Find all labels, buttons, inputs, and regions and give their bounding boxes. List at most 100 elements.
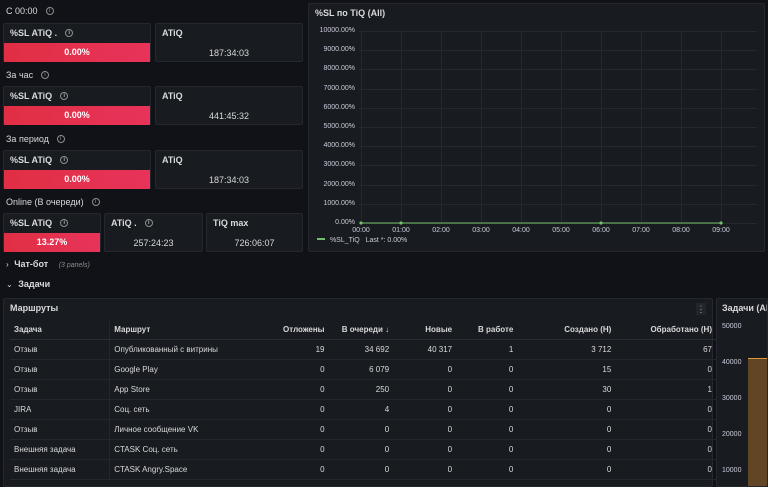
column-header[interactable]: Обработано (Н) — [615, 321, 716, 340]
y-tick-label: 10000 — [722, 467, 742, 474]
table-cell: JIRA — [10, 399, 110, 420]
info-icon[interactable] — [91, 198, 100, 206]
table-cell: 0 — [393, 439, 457, 460]
table-cell: 0 — [268, 379, 329, 400]
stat-panel-atiq-online[interactable]: ATiQ . 257:24:23 — [104, 213, 203, 252]
info-icon[interactable] — [56, 135, 65, 143]
panel-title: ATiQ — [162, 91, 183, 101]
table-cell: 0 — [615, 459, 716, 480]
routes-table: Задача Маршрут Отложены В очереди ↓ Новые В р… — [10, 321, 716, 480]
table-cell: 1 — [456, 339, 518, 360]
kebab-menu-icon[interactable]: ⋮ — [696, 303, 706, 315]
routes-table-panel[interactable]: Маршруты ⋮ Задача Маршрут Отложены В очеред… — [3, 298, 716, 487]
table-cell: 3 712 — [517, 339, 616, 360]
table-cell: App Store — [109, 379, 269, 400]
table-cell: Внешняя задача — [10, 459, 110, 480]
table-cell: Отзыв — [10, 419, 110, 440]
table-row[interactable]: Внешняя задача CTASK Angry.Space 0 0 0 0 0 0 — [10, 459, 716, 480]
table-cell: 30 — [517, 379, 616, 400]
table-cell: 0 — [393, 459, 457, 480]
panel-title: %SL ATiQ . — [10, 28, 74, 38]
table-cell: 0 — [393, 379, 457, 400]
table-cell: Личное сообщение VK — [109, 419, 269, 440]
stat-panel-sl-atiq-online[interactable]: %SL ATiQ 13.27% — [3, 213, 101, 252]
chevron-right-icon: › — [6, 260, 9, 269]
section-title-online: Online (В очереди) — [6, 197, 100, 207]
column-header[interactable]: Маршрут — [109, 321, 269, 340]
column-header[interactable]: Создано (Н) — [517, 321, 616, 340]
panel-title: ATiQ — [162, 155, 183, 165]
line-chart: 10000.00% 9000.00% 8000.00% 7000.00% 6000.00… — [309, 4, 764, 251]
table-cell: 34 692 — [328, 339, 394, 360]
table-cell: 0 — [268, 439, 329, 460]
info-icon[interactable] — [60, 156, 69, 164]
table-row[interactable]: Отзыв App Store 0 250 0 0 30 1 — [10, 379, 716, 400]
table-cell: Опубликованный с витрины — [109, 339, 269, 360]
column-header[interactable]: В очереди ↓ — [328, 321, 394, 340]
sl-value-bar: 0.00% — [4, 106, 150, 125]
table-header-row: Задача Маршрут Отложены В очереди ↓ Новые В р… — [10, 321, 716, 340]
sl-value-bar: 13.27% — [4, 233, 100, 252]
table-cell: 0 — [456, 419, 518, 440]
table-cell: 67 — [615, 339, 716, 360]
series-point[interactable] — [599, 221, 603, 225]
info-icon[interactable] — [41, 71, 50, 79]
chart-panel-sl-tiq[interactable]: %SL по TiQ (All) 10000.00% 9000.00% 8000.0… — [308, 3, 765, 252]
table-cell: 0 — [517, 439, 616, 460]
series-point[interactable] — [399, 221, 403, 225]
atiq-value: 187:34:03 — [208, 175, 250, 185]
row-toggle-chatbot[interactable]: › Чат-бот (3 panels) — [6, 259, 90, 269]
table-row[interactable]: Внешняя задача CTASK Соц. сеть 0 0 0 0 0 0 — [10, 439, 716, 460]
panel-title: TiQ max — [213, 218, 249, 228]
table-row[interactable]: JIRA Соц. сеть 0 4 0 0 0 0 — [10, 399, 716, 420]
chart-legend[interactable]: %SL_TiQ Last *: 0.00% — [317, 237, 407, 244]
series-point[interactable] — [719, 221, 723, 225]
stat-panel-sl-atiq-c0000[interactable]: %SL ATiQ . 0.00% — [3, 23, 151, 62]
info-icon[interactable] — [65, 29, 74, 37]
column-header[interactable]: Новые — [393, 321, 457, 340]
table-cell: 0 — [393, 399, 457, 420]
table-row[interactable]: Отзыв Google Play 0 6 079 0 0 15 0 — [10, 359, 716, 380]
table-row[interactable]: Отзыв Личное сообщение VK 0 0 0 0 0 0 — [10, 419, 716, 440]
row-toggle-tasks[interactable]: ⌄ Задачи — [6, 279, 50, 289]
atiq-value: 187:34:03 — [208, 48, 250, 58]
table-cell: 0 — [328, 419, 394, 440]
table-cell: 0 — [268, 399, 329, 420]
stat-panel-tiq-max[interactable]: TiQ max 726:06:07 — [206, 213, 303, 252]
stat-panel-sl-atiq-period[interactable]: %SL ATiQ 0.00% — [3, 150, 151, 189]
table-cell: 0 — [615, 419, 716, 440]
tasks-bar — [748, 359, 767, 486]
panel-title: %SL ATiQ — [10, 218, 69, 228]
table-cell: Соц. сеть — [109, 399, 269, 420]
info-icon[interactable] — [60, 219, 69, 227]
column-header[interactable]: Отложены — [268, 321, 329, 340]
column-header[interactable]: Задача — [10, 321, 110, 340]
legend-last-value: Last *: 0.00% — [365, 237, 408, 244]
table-cell: 0 — [268, 419, 329, 440]
table-cell: Google Play — [109, 359, 269, 380]
table-cell: Внешняя задача — [10, 439, 110, 460]
table-cell: 6 079 — [328, 359, 394, 380]
series-point[interactable] — [359, 221, 363, 225]
table-cell: 0 — [615, 439, 716, 460]
table-cell: 4 — [328, 399, 394, 420]
stat-panel-atiq-c0000[interactable]: ATiQ 187:34:03 — [155, 23, 303, 62]
table-cell: 0 — [517, 419, 616, 440]
stat-panel-sl-atiq-hour[interactable]: %SL ATiQ 0.00% — [3, 86, 151, 125]
table-row[interactable]: Отзыв Опубликованный с витрины 19 34 692 40 … — [10, 339, 716, 360]
tasks-bar-top — [748, 358, 767, 359]
column-header[interactable]: В работе — [456, 321, 518, 340]
stat-panel-atiq-hour[interactable]: ATiQ 441:45:32 — [155, 86, 303, 125]
y-tick-label: 30000 — [722, 395, 742, 402]
info-icon[interactable] — [60, 92, 69, 100]
table-cell: 250 — [328, 379, 394, 400]
info-icon[interactable] — [45, 7, 54, 15]
table-cell: 40 317 — [393, 339, 457, 360]
sl-value-bar: 0.00% — [4, 170, 150, 189]
tasks-chart-panel[interactable]: Задачи (All) 5000040000300002000010000 — [716, 298, 768, 487]
y-tick-label: 20000 — [722, 431, 742, 438]
table-cell: 0 — [328, 439, 394, 460]
info-icon[interactable] — [144, 219, 153, 227]
legend-swatch — [317, 238, 325, 240]
stat-panel-atiq-period[interactable]: ATiQ 187:34:03 — [155, 150, 303, 189]
